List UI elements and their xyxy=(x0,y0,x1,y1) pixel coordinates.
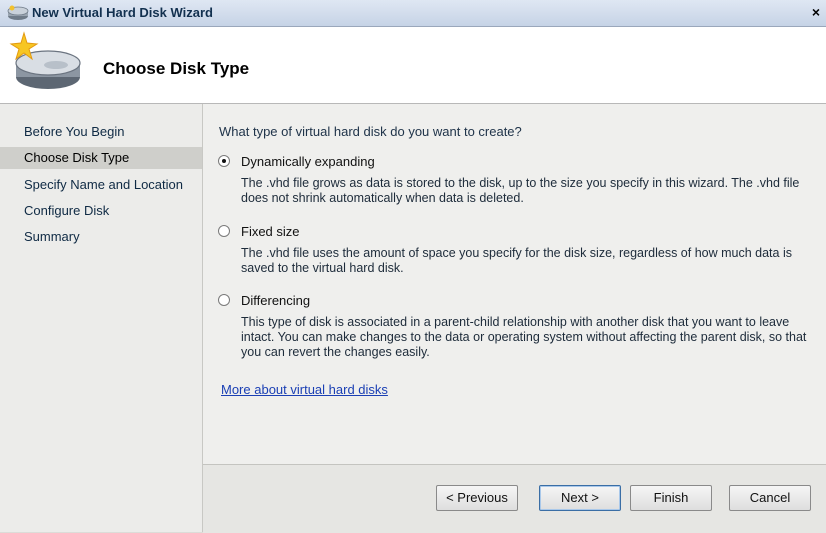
option-label[interactable]: Differencing xyxy=(241,293,310,308)
option-description: The .vhd file grows as data is stored to… xyxy=(241,176,800,205)
window-title: New Virtual Hard Disk Wizard xyxy=(32,5,213,20)
wizard-header: Choose Disk Type xyxy=(0,27,826,104)
title-bar[interactable]: New Virtual Hard Disk Wizard × xyxy=(0,0,826,27)
nav-item-before-you-begin[interactable]: Before You Begin xyxy=(0,121,202,143)
question-text: What type of virtual hard disk do you wa… xyxy=(219,124,522,139)
page-title: Choose Disk Type xyxy=(103,59,250,78)
option-description: The .vhd file uses the amount of space y… xyxy=(241,246,792,275)
finish-button[interactable]: Finish xyxy=(630,485,712,511)
nav-item-configure-disk[interactable]: Configure Disk xyxy=(0,200,202,222)
nav-item-specify-name-and-location[interactable]: Specify Name and Location xyxy=(0,174,202,196)
hard-disk-with-sparkle-icon xyxy=(9,31,81,89)
next-button[interactable]: Next > xyxy=(539,485,621,511)
nav-item-summary[interactable]: Summary xyxy=(0,226,202,248)
wizard-steps-nav: Before You Begin Choose Disk Type Specif… xyxy=(0,104,203,532)
radio-dynamically-expanding[interactable] xyxy=(218,155,230,167)
cancel-button[interactable]: Cancel xyxy=(729,485,811,511)
radio-fixed-size[interactable] xyxy=(218,225,230,237)
option-label[interactable]: Dynamically expanding xyxy=(241,154,375,169)
wizard-window: New Virtual Hard Disk Wizard × Choose Di… xyxy=(0,0,826,533)
main-content: What type of virtual hard disk do you wa… xyxy=(203,104,826,464)
radio-differencing[interactable] xyxy=(218,294,230,306)
hard-disk-icon xyxy=(7,5,29,20)
option-label[interactable]: Fixed size xyxy=(241,224,300,239)
option-description: This type of disk is associated in a par… xyxy=(241,315,807,359)
nav-item-choose-disk-type[interactable]: Choose Disk Type xyxy=(0,147,202,169)
close-button[interactable]: × xyxy=(808,4,824,20)
previous-button[interactable]: < Previous xyxy=(436,485,518,511)
wizard-footer: < Previous Next > Finish Cancel xyxy=(203,464,826,533)
more-about-vhd-link[interactable]: More about virtual hard disks xyxy=(221,382,388,397)
